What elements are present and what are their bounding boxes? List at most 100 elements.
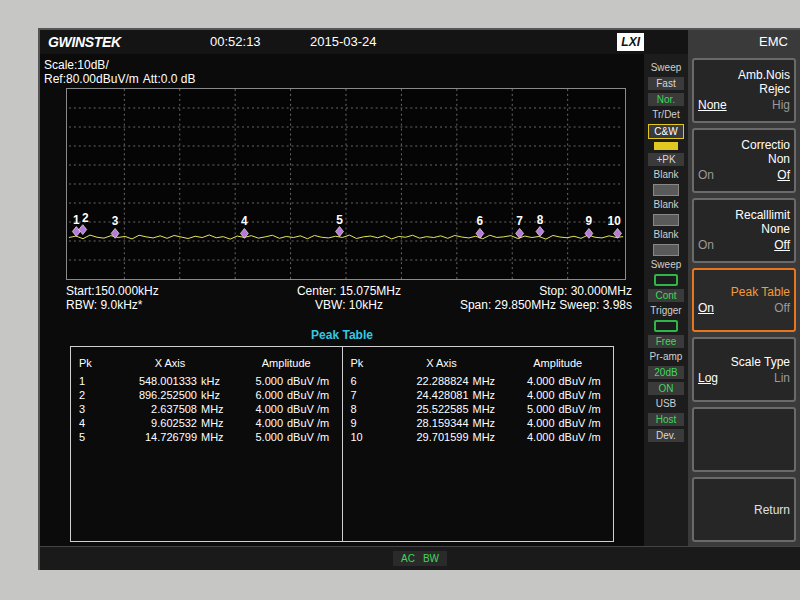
peak-table-row[interactable]: 622.288824MHz4.000dBuV /m (351, 374, 606, 388)
date: 2015-03-24 (310, 32, 377, 52)
softkey-option: On (698, 168, 714, 182)
marker-label: 2 (82, 211, 89, 225)
grid-line (69, 108, 623, 109)
grid-line (69, 127, 623, 128)
grid-line (69, 146, 623, 147)
marker-label: 7 (516, 214, 523, 228)
peak-table-row[interactable]: 724.428081MHz4.000dBuV /m (351, 388, 606, 402)
softkey-title: Recalllimit (698, 208, 790, 222)
softkey-options: OnOff (698, 301, 790, 315)
softkey-option: Lin (774, 371, 790, 385)
status-label: Sweep (648, 62, 684, 74)
peak-marker[interactable]: 2 (79, 211, 89, 235)
grid-line (69, 241, 623, 242)
peak-table-row[interactable]: 825.522585MHz5.000dBuV /m (351, 402, 606, 416)
clock: 00:52:13 (210, 32, 310, 52)
peak-table-row[interactable]: 1029.701599MHz4.000dBuV /m (351, 430, 606, 444)
peak-table-header: PkX AxisAmplitude (79, 355, 334, 372)
peak-table-divider (342, 347, 343, 541)
softkey[interactable] (692, 407, 796, 472)
softkey-options: OnOff (698, 238, 790, 252)
peak-table-row[interactable]: 1548.001333kHz5.000dBuV /m (79, 374, 334, 388)
status-label: Blank (648, 199, 684, 211)
softkey-options: Log Lin (698, 371, 790, 385)
softkey-option: Log (698, 371, 718, 385)
status-value: Host (648, 413, 684, 426)
softkey-option: Of (777, 168, 790, 182)
scale-info: Scale:10dB/ (44, 58, 640, 72)
marker-label: 1 (73, 213, 80, 227)
status-label: Blank (648, 229, 684, 241)
grid-line (512, 89, 513, 279)
peak-marker[interactable]: 10 (608, 214, 622, 238)
screen: GWINSTEK00:52:132015-03-24LXIEMCScale:10… (38, 28, 800, 570)
blank-box (653, 214, 679, 226)
softkey[interactable]: Peak TableOnOff (692, 268, 796, 333)
footer-indicators: ACBW (393, 551, 447, 566)
softkey[interactable]: RecalllimitNone OnOff (692, 198, 796, 263)
peak-table-half: PkX AxisAmplitude 622.288824MHz4.000dBuV … (343, 347, 614, 541)
status-value: Fast (648, 77, 684, 90)
marker-diamond-icon (614, 228, 622, 238)
softkey-option: On (698, 238, 714, 252)
footer-bar: ACBW (40, 546, 800, 570)
status-column: SweepFastNor.Tr/DetC&W+PKBlankBlankBlank… (644, 54, 688, 546)
softkey[interactable]: Scale TypeLogLin (692, 337, 796, 402)
blank-box (653, 244, 679, 256)
softkey-option: None (698, 98, 727, 112)
peak-table: PkX AxisAmplitude 1548.001333kHz5.000dBuV… (70, 346, 614, 542)
lxi-logo: LXI (617, 33, 644, 51)
softkey[interactable]: Return (692, 477, 796, 542)
peak-marker[interactable]: 4 (240, 214, 248, 238)
softkey[interactable]: CorrectioNonOnOf (692, 128, 796, 193)
grid-line (401, 89, 402, 279)
ref-info: Ref:80.00dBuV/mAtt:0.0 dB (44, 72, 640, 86)
status-label: USB (648, 398, 684, 410)
softkey-option: Hig (772, 98, 790, 112)
status-label: Trigger (648, 305, 684, 317)
status-value: +PK (648, 153, 684, 166)
marker-diamond-icon (336, 227, 344, 237)
peak-table-row[interactable]: 928.159344MHz4.000dBuV /m (351, 416, 606, 430)
graph-frame: 12 3 4 5 6 78 9 10 (44, 88, 640, 280)
marker-diamond-icon (476, 228, 484, 238)
peak-marker[interactable]: 9 (585, 214, 593, 238)
marker-diamond-icon (72, 227, 80, 237)
footer-indicator: BW (423, 551, 439, 566)
top-bar: GWINSTEK00:52:132015-03-24 LXI EMC (40, 30, 800, 54)
marker-label: 8 (537, 213, 544, 227)
status-value: 20dB (648, 366, 684, 379)
marker-diamond-icon (111, 228, 119, 238)
marker-diamond-icon (516, 228, 524, 238)
marker-label: 6 (477, 214, 484, 228)
peak-table-row[interactable]: 32.637508MHz4.000dBuV /m (79, 402, 334, 416)
grid-line (69, 203, 623, 204)
peak-marker[interactable]: 8 (536, 213, 544, 237)
marker-diamond-icon (536, 227, 544, 237)
mode-title: EMC (688, 30, 800, 54)
brand-logo: GWINSTEK (40, 32, 210, 53)
peak-marker[interactable]: 1 (72, 213, 80, 237)
grid-line (567, 89, 568, 279)
peak-marker[interactable]: 3 (111, 214, 119, 238)
status-value: Cont (648, 289, 684, 302)
softkey[interactable]: Amb.NoisRejecNoneHig (692, 58, 796, 123)
softkey-subtitle: None (698, 222, 790, 236)
status-value: Nor. (648, 93, 684, 106)
peak-table-row[interactable]: 514.726799MHz5.000dBuV /m (79, 430, 334, 444)
status-value: ON (648, 382, 684, 395)
marker-label: 9 (586, 214, 593, 228)
grid-line (69, 260, 623, 261)
peak-marker[interactable]: 5 (336, 213, 344, 237)
softkey-title: Correctio (698, 138, 790, 152)
peak-marker[interactable]: 7 (516, 214, 524, 238)
trace-swatch (654, 142, 678, 150)
peak-table-header: PkX AxisAmplitude (351, 355, 606, 372)
softkey-option: On (698, 301, 714, 315)
instrument-photo: GWINSTEK00:52:132015-03-24LXIEMCScale:10… (0, 0, 800, 600)
peak-table-half: PkX AxisAmplitude 1548.001333kHz5.000dBuV… (71, 347, 342, 541)
peak-table-row[interactable]: 49.602532MHz4.000dBuV /m (79, 416, 334, 430)
body: Scale:10dB/Ref:80.00dBuV/mAtt:0.0 dB 12 3 4… (40, 54, 800, 546)
peak-marker[interactable]: 6 (476, 214, 484, 238)
peak-table-row[interactable]: 2896.252500kHz6.000dBuV /m (79, 388, 334, 402)
